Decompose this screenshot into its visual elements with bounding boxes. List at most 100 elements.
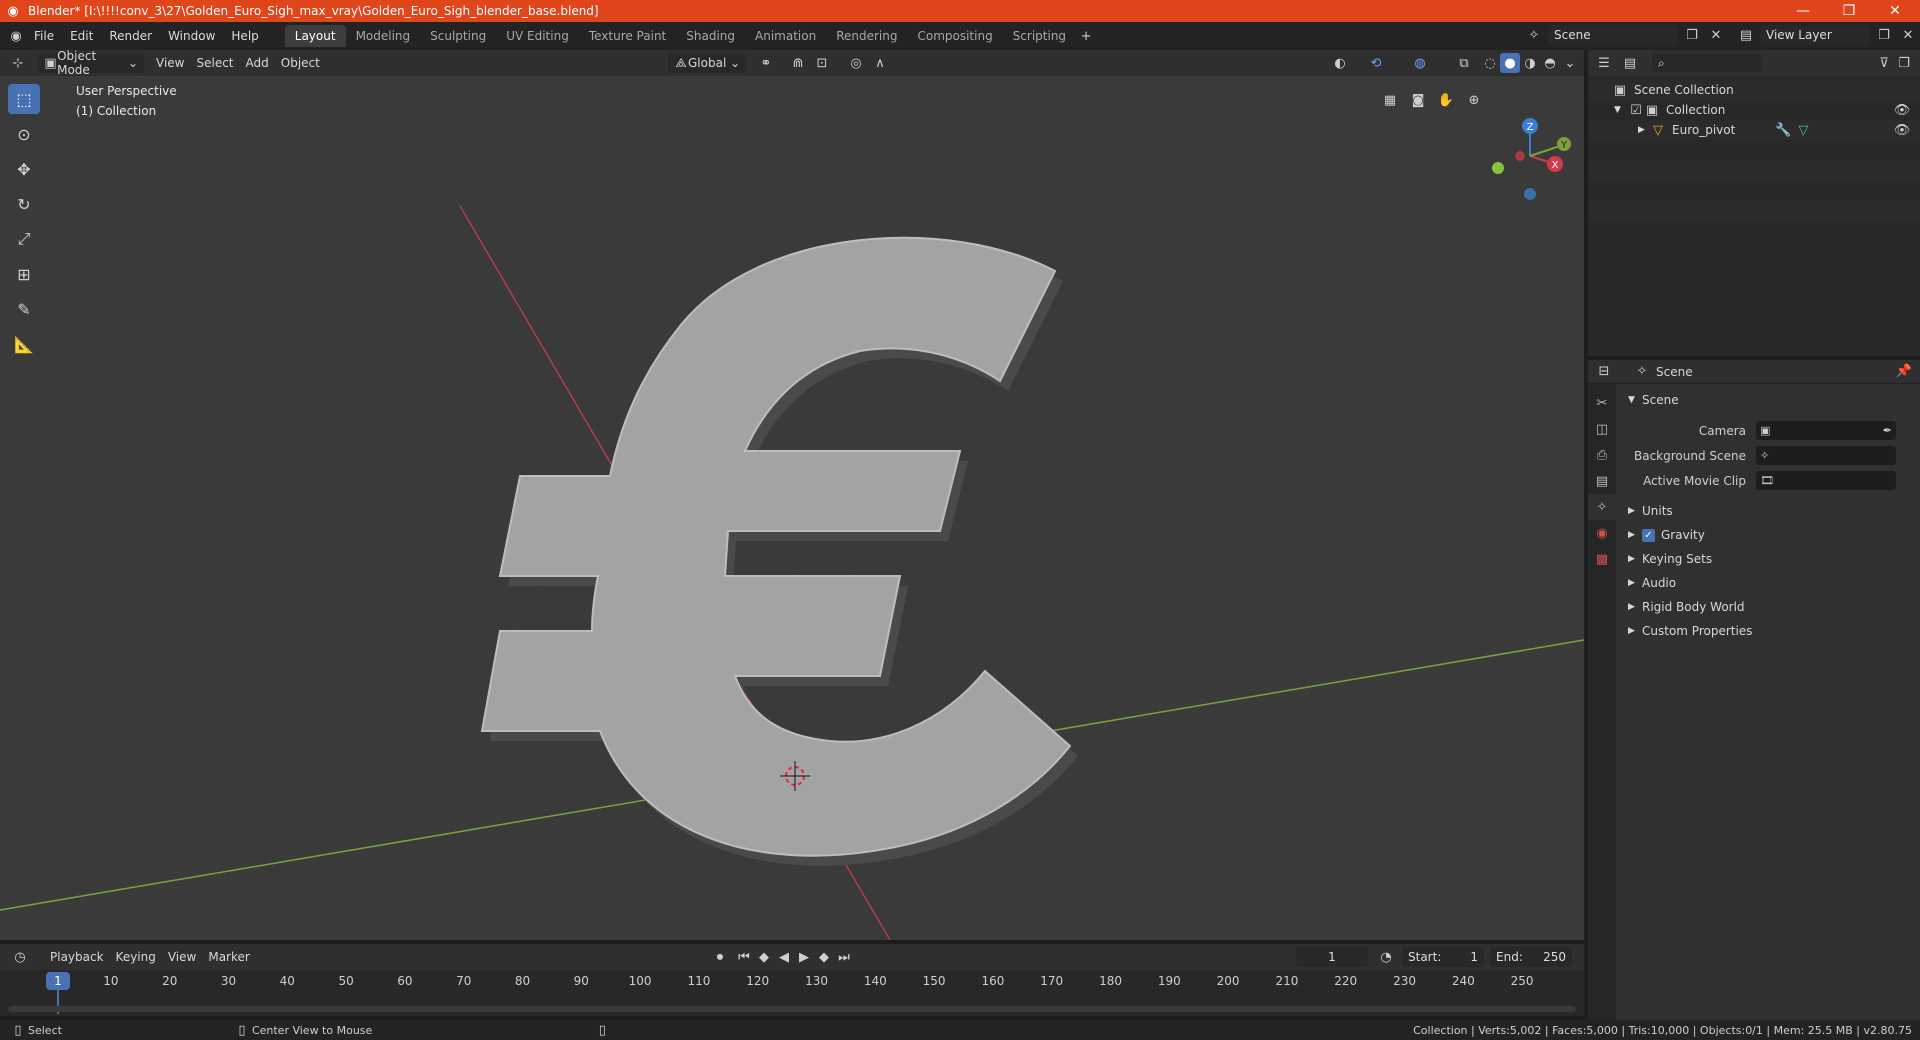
- transform-tool-icon[interactable]: ⊞: [8, 259, 40, 289]
- outliner-row-scene-collection[interactable]: ▣ Scene Collection: [1588, 80, 1920, 100]
- next-keyframe-icon[interactable]: ◆: [814, 947, 834, 967]
- start-frame-field[interactable]: Start: 1: [1402, 947, 1484, 967]
- display-mode-icon[interactable]: ▤: [1620, 53, 1640, 73]
- xray-toggle-icon[interactable]: ⧉: [1454, 53, 1474, 73]
- tab-texture-paint[interactable]: Texture Paint: [579, 25, 676, 47]
- eye-icon[interactable]: 👁: [1892, 120, 1912, 140]
- section-keying-sets[interactable]: ▶ Keying Sets: [1616, 547, 1920, 571]
- falloff-icon[interactable]: ∧: [870, 53, 890, 73]
- transform-orientation-selector[interactable]: ⟁ Global ⌄: [668, 53, 746, 73]
- play-icon[interactable]: ▶: [794, 947, 814, 967]
- view-layer-tab-icon[interactable]: ▤: [1588, 468, 1616, 494]
- rendered-shading-icon[interactable]: ◓: [1540, 53, 1560, 73]
- output-tab-icon[interactable]: ⎙: [1588, 442, 1616, 468]
- solid-shading-icon[interactable]: ●: [1500, 53, 1520, 73]
- menu-keying[interactable]: Keying: [110, 947, 162, 967]
- timeline-body[interactable]: 10 20 30 40 50 60 70 80 90 100 110 120 130 140 150 160 1…: [0, 970, 1584, 1016]
- record-icon[interactable]: ⏺: [710, 947, 730, 967]
- view-layer-icon[interactable]: ▤: [1736, 25, 1756, 45]
- maximize-button[interactable]: ❐: [1826, 0, 1872, 22]
- eyedropper-icon[interactable]: ✒: [1883, 424, 1892, 437]
- camera-view-icon[interactable]: ◙: [1408, 90, 1428, 110]
- end-frame-field[interactable]: End: 250: [1490, 947, 1572, 967]
- measure-tool-icon[interactable]: 📐: [8, 329, 40, 359]
- menu-object[interactable]: Object: [275, 53, 326, 73]
- zoom-icon[interactable]: ⊕: [1464, 90, 1484, 110]
- menu-file[interactable]: File: [26, 25, 62, 47]
- tab-uv-editing[interactable]: UV Editing: [496, 25, 579, 47]
- outliner-row-collection[interactable]: ▼ ☑ ▣ Collection 👁: [1588, 100, 1920, 120]
- active-movie-clip-field[interactable]: 🎞: [1756, 471, 1896, 490]
- timeline-scrollbar[interactable]: [8, 1006, 1576, 1012]
- delete-scene-icon[interactable]: ✕: [1706, 25, 1726, 45]
- menu-marker[interactable]: Marker: [202, 947, 255, 967]
- tab-layout[interactable]: Layout: [284, 25, 346, 47]
- menu-edit[interactable]: Edit: [62, 25, 101, 47]
- scene-tab-icon[interactable]: ✧: [1588, 494, 1616, 520]
- jump-end-icon[interactable]: ⏭: [834, 947, 854, 967]
- checkbox-icon[interactable]: ☑: [1628, 100, 1644, 120]
- tab-scripting[interactable]: Scripting: [1003, 25, 1076, 47]
- grid-view-icon[interactable]: ▦: [1380, 90, 1400, 110]
- outliner-editor-icon[interactable]: ☰: [1594, 53, 1614, 73]
- new-view-layer-icon[interactable]: ❐: [1874, 25, 1894, 45]
- tab-modeling[interactable]: Modeling: [346, 25, 421, 47]
- timeline-editor-icon[interactable]: ◷: [10, 947, 30, 967]
- close-button[interactable]: ✕: [1872, 0, 1918, 22]
- scene-selector[interactable]: Scene: [1548, 25, 1678, 45]
- outliner-row-euro-pivot[interactable]: ▶ ▽ Euro_pivot 🔧 ▽ 👁: [1588, 120, 1920, 140]
- wireframe-shading-icon[interactable]: ◌: [1480, 53, 1500, 73]
- texture-tab-icon[interactable]: ▩: [1588, 546, 1616, 572]
- expand-arrow-icon[interactable]: ▼: [1614, 105, 1628, 115]
- section-scene[interactable]: ▼ Scene: [1616, 388, 1920, 412]
- gizmo-toggle-icon[interactable]: ⟲: [1366, 53, 1386, 73]
- annotate-tool-icon[interactable]: ✎: [8, 294, 40, 324]
- menu-playback[interactable]: Playback: [44, 947, 110, 967]
- 3d-viewport[interactable]: Z X Y User Perspective (1) Collection ▦ …: [0, 76, 1584, 940]
- background-scene-field[interactable]: ✧: [1756, 446, 1896, 465]
- material-shading-icon[interactable]: ◑: [1520, 53, 1540, 73]
- scene-icon[interactable]: ✧: [1524, 25, 1544, 45]
- world-tab-icon[interactable]: ◉: [1588, 520, 1616, 546]
- delete-view-layer-icon[interactable]: ✕: [1898, 25, 1918, 45]
- cursor-tool-icon[interactable]: ⊙: [8, 119, 40, 149]
- jump-start-icon[interactable]: ⏮: [734, 947, 754, 967]
- scale-tool-icon[interactable]: ⤢: [8, 224, 40, 254]
- section-units[interactable]: ▶ Units: [1616, 499, 1920, 523]
- tab-sculpting[interactable]: Sculpting: [420, 25, 496, 47]
- menu-window[interactable]: Window: [160, 25, 223, 47]
- section-custom-properties[interactable]: ▶ Custom Properties: [1616, 619, 1920, 643]
- tab-animation[interactable]: Animation: [745, 25, 826, 47]
- pan-hand-icon[interactable]: ✋: [1436, 90, 1456, 110]
- section-audio[interactable]: ▶ Audio: [1616, 571, 1920, 595]
- render-tab-icon[interactable]: ◫: [1588, 416, 1616, 442]
- editor-type-icon[interactable]: ⊹: [8, 53, 28, 73]
- tab-shading[interactable]: Shading: [676, 25, 745, 47]
- new-scene-icon[interactable]: ❐: [1682, 25, 1702, 45]
- overlay-toggle-icon[interactable]: ◍: [1410, 53, 1430, 73]
- menu-help[interactable]: Help: [223, 25, 266, 47]
- section-rigid-body-world[interactable]: ▶ Rigid Body World: [1616, 595, 1920, 619]
- pin-icon[interactable]: 📌: [1894, 362, 1914, 382]
- menu-view[interactable]: View: [162, 947, 202, 967]
- pivot-point-icon[interactable]: ⚭: [756, 53, 776, 73]
- current-frame-field[interactable]: 1: [1296, 947, 1368, 967]
- play-reverse-icon[interactable]: ◀: [774, 947, 794, 967]
- new-collection-icon[interactable]: ❐: [1894, 53, 1914, 73]
- tab-rendering[interactable]: Rendering: [826, 25, 907, 47]
- expand-arrow-icon[interactable]: ▶: [1638, 125, 1650, 135]
- properties-editor-icon[interactable]: ⊟: [1594, 362, 1614, 382]
- outliner-search-input[interactable]: ⌕: [1652, 54, 1762, 72]
- menu-add[interactable]: Add: [240, 53, 275, 73]
- rotate-tool-icon[interactable]: ↻: [8, 189, 40, 219]
- snap-target-icon[interactable]: ⊡: [812, 53, 832, 73]
- menu-select[interactable]: Select: [190, 53, 239, 73]
- menu-view[interactable]: View: [150, 53, 190, 73]
- move-tool-icon[interactable]: ✥: [8, 154, 40, 184]
- mesh-data-icon[interactable]: ▽: [1793, 120, 1813, 140]
- camera-field[interactable]: ▣ ✒: [1756, 421, 1896, 440]
- eye-icon[interactable]: 👁: [1892, 100, 1912, 120]
- proportional-edit-icon[interactable]: ◎: [846, 53, 866, 73]
- blender-menu-icon[interactable]: ◉: [6, 26, 26, 46]
- clock-icon[interactable]: ◔: [1376, 947, 1396, 967]
